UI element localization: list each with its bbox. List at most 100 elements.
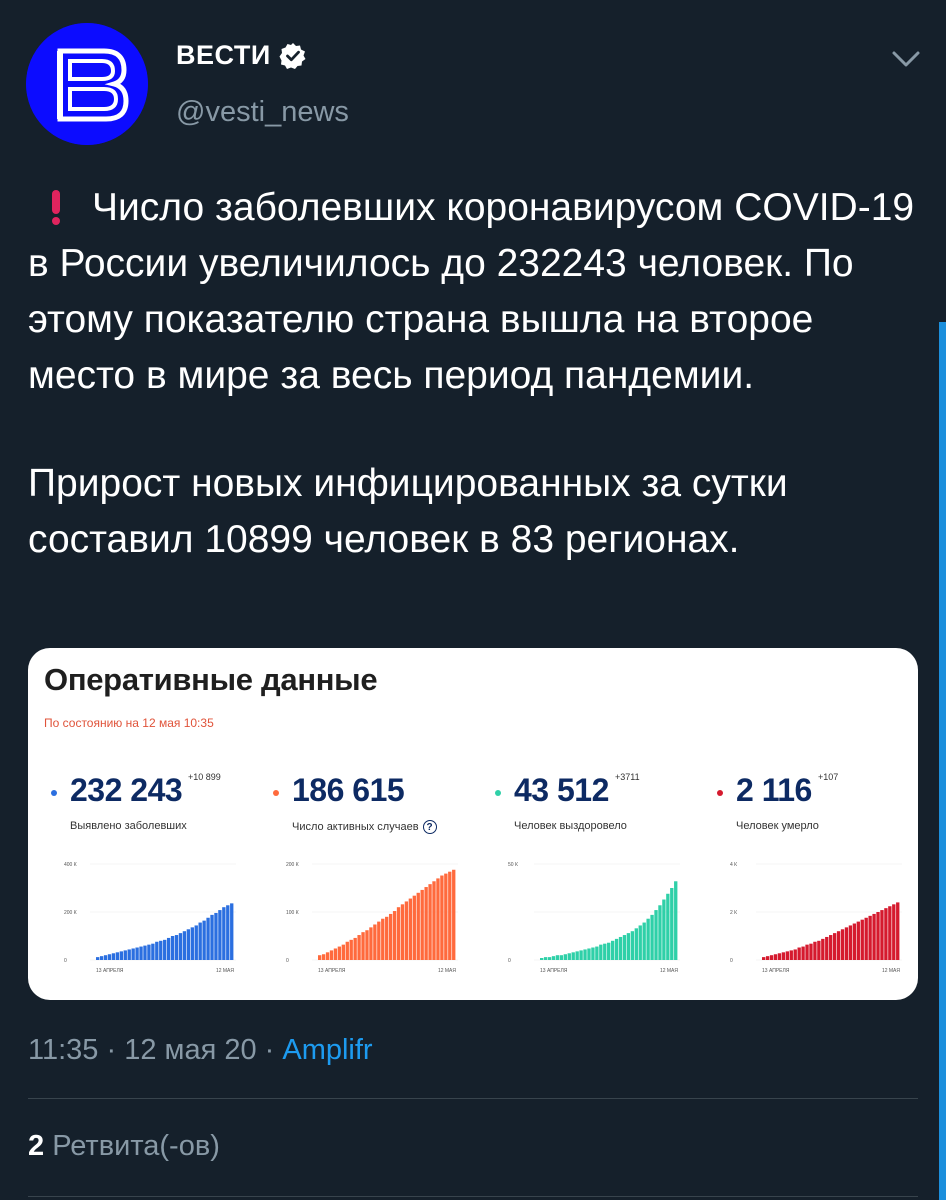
chart-bar xyxy=(377,921,381,960)
tweet-source-link[interactable]: Amplifr xyxy=(282,1034,372,1066)
tweet-timestamp[interactable]: 11:35 · 12 мая 20 · xyxy=(28,1034,282,1066)
stat-delta: +3711 xyxy=(615,772,640,782)
chart-bar xyxy=(186,929,191,960)
y-tick-label: 2 К xyxy=(730,910,737,916)
chart-bar xyxy=(321,954,326,960)
avatar[interactable] xyxy=(26,23,148,145)
retweet-count[interactable]: 2 Ретвита(-ов) xyxy=(28,1130,220,1163)
stat-label-row: Число активных случаев? xyxy=(292,820,437,834)
chart-bar xyxy=(135,947,139,960)
y-tick-label: 100 К xyxy=(286,910,299,916)
chart-bar xyxy=(666,893,670,960)
y-tick-label: 50 К xyxy=(508,862,518,868)
chart-bar xyxy=(622,935,627,960)
chart-bar xyxy=(131,948,135,960)
legend-dot xyxy=(51,790,57,796)
tweet-image-card[interactable]: Оперативные данные По состоянию на 12 ма… xyxy=(28,648,918,1000)
chart-bar xyxy=(630,931,635,960)
chart-bar xyxy=(436,878,440,960)
chart-bar xyxy=(329,950,334,960)
legend-dot xyxy=(495,790,501,796)
chart-bar xyxy=(412,895,416,960)
mini-bar-chart: 200 К 100 К 0 13 АПРЕЛЯ 12 МАЯ xyxy=(286,862,458,974)
chart-bar xyxy=(202,920,206,960)
chart-bar xyxy=(884,908,888,960)
tweet-paragraph-2: Прирост новых инфицированных за сутки со… xyxy=(28,462,788,561)
stat-delta: +107 xyxy=(818,772,839,782)
x-tick-label: 13 АПРЕЛЯ xyxy=(96,968,124,974)
chart-bar xyxy=(365,930,369,960)
x-tick-label: 13 АПРЕЛЯ xyxy=(540,968,568,974)
chart-bar xyxy=(805,944,809,960)
chart-bar xyxy=(856,921,860,960)
stat-value: 232 243 xyxy=(70,772,183,808)
chart-bar xyxy=(591,947,595,960)
chart-bar xyxy=(448,871,452,960)
chart-bar xyxy=(840,929,845,960)
chevron-down-icon[interactable] xyxy=(888,44,924,74)
chart-bar xyxy=(178,933,183,960)
chart-bar xyxy=(540,958,544,960)
chart-bar xyxy=(797,947,801,960)
stat-value: 2 116 xyxy=(736,772,812,808)
account-handle[interactable]: @vesti_news xyxy=(176,96,349,129)
chart-bar xyxy=(607,942,611,960)
y-tick-label: 4 К xyxy=(730,862,737,868)
retweet-number: 2 xyxy=(28,1130,45,1162)
chart-bar xyxy=(452,869,456,960)
chart-bar xyxy=(107,954,112,960)
chart-bar xyxy=(829,935,833,960)
chart-bar xyxy=(642,922,646,960)
chart-bar xyxy=(400,904,405,960)
chart-bar xyxy=(369,927,373,960)
chart-bar xyxy=(353,937,357,960)
chart-bar xyxy=(765,956,770,960)
chart-bar xyxy=(872,913,876,960)
account-name[interactable]: ВЕСТИ xyxy=(176,40,271,71)
chart-bar xyxy=(567,953,571,960)
tweet-meta: 11:35 · 12 мая 20 · Amplifr xyxy=(28,1034,373,1067)
chart-bar xyxy=(392,911,397,960)
chart-bar xyxy=(388,913,393,960)
stat-label: Выявлено заболевших xyxy=(70,820,187,832)
chart-bar xyxy=(876,912,880,960)
chart-bar xyxy=(357,935,361,960)
chart-bar xyxy=(151,943,155,960)
chart-bar xyxy=(385,916,389,960)
chart-bar xyxy=(551,956,556,960)
chart-bar xyxy=(222,907,226,960)
chart-bar xyxy=(428,884,432,960)
chart-bar xyxy=(194,925,198,960)
x-tick-label: 12 МАЯ xyxy=(660,968,678,974)
x-tick-label: 12 МАЯ xyxy=(882,968,900,974)
chart-bar xyxy=(868,915,872,960)
y-tick-label: 0 xyxy=(730,958,733,964)
legend-dot xyxy=(273,790,279,796)
chart-bar xyxy=(789,950,793,960)
vesti-logo-icon xyxy=(26,23,148,145)
chart-bar xyxy=(610,940,615,960)
chart-bar xyxy=(190,927,194,960)
x-tick-label: 13 АПРЕЛЯ xyxy=(762,968,790,974)
retweet-label: Ретвита(-ов) xyxy=(44,1130,220,1162)
chart-bar xyxy=(416,892,420,960)
stat-block: 186 615 Число активных случаев? 200 К 100 К… xyxy=(260,770,480,1000)
chart-bar xyxy=(817,940,821,960)
scrollbar[interactable] xyxy=(939,322,946,1200)
help-icon[interactable]: ? xyxy=(422,820,437,834)
chart-bar xyxy=(432,881,436,960)
card-title: Оперативные данные xyxy=(44,662,378,697)
chart-bar xyxy=(646,918,650,960)
stat-value: 186 615 xyxy=(292,772,405,808)
mini-bar-chart: 4 К 2 К 0 13 АПРЕЛЯ 12 МАЯ xyxy=(730,862,902,974)
chart-bar xyxy=(793,949,797,960)
stat-delta: +10 899 xyxy=(188,772,221,782)
chart-bar xyxy=(801,946,805,960)
chart-bar xyxy=(337,946,342,960)
chart-bar xyxy=(96,957,100,960)
chart-bar xyxy=(563,954,567,960)
chart-bar xyxy=(155,941,159,960)
chart-bar xyxy=(832,933,837,960)
chart-bar xyxy=(424,887,428,960)
chart-bar xyxy=(638,925,642,960)
